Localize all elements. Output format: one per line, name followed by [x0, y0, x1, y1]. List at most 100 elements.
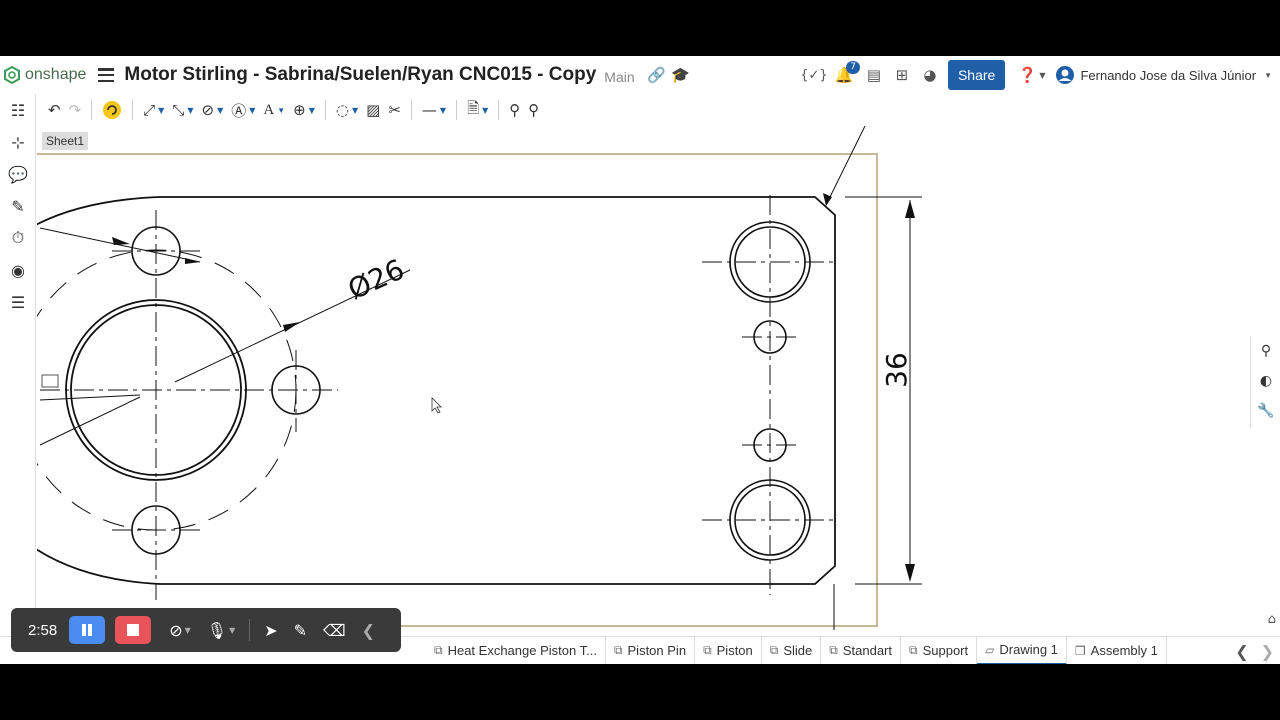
tab-slide[interactable]: ⧉ Slide	[762, 636, 822, 664]
undo-icon[interactable]: ↶	[44, 97, 65, 123]
part-studio-icon: ⧉	[434, 643, 443, 657]
history-icon[interactable]: ⏱	[0, 222, 36, 254]
tab-label: Piston Pin	[627, 643, 687, 658]
learning-center-icon[interactable]: 🎓	[669, 63, 693, 87]
update-icon[interactable]	[98, 97, 126, 123]
clipboard-icon[interactable]: ▤	[862, 63, 886, 87]
inspection-icon[interactable]: ⚲	[1251, 336, 1280, 366]
callout-tool[interactable]: ⊕ ▼	[289, 97, 319, 123]
document-title[interactable]: Motor Stirling - Sabrina/Suelen/Ryan CNC…	[124, 64, 596, 86]
tab-piston[interactable]: ⧉ Piston	[695, 636, 762, 664]
featurescript-icon[interactable]: {✓}	[800, 63, 827, 87]
line-style-tool[interactable]: — ▼	[418, 97, 450, 123]
diameter-dimension[interactable]: Ø26	[343, 253, 409, 307]
tab-standart[interactable]: ⧉ Standart	[821, 636, 902, 664]
centerline-tool[interactable]: ◌ ▼	[332, 97, 362, 123]
tab-label: Support	[922, 643, 969, 658]
tab-scroll-left-icon[interactable]: ❮	[1229, 642, 1254, 661]
bom-icon[interactable]: ☰	[0, 286, 36, 318]
tab-heat-exchange-piston[interactable]: ⧉ Heat Exchange Piston T...	[426, 636, 606, 664]
hatch-icon[interactable]: ▨	[362, 97, 384, 123]
toolbar-divider	[498, 100, 500, 120]
user-menu[interactable]: Fernando Jose da Silva Júnior ▼	[1055, 65, 1272, 85]
recording-timer: 2:58	[28, 621, 58, 639]
onshape-logo-icon	[4, 66, 20, 84]
user-name: Fernando Jose da Silva Júnior	[1080, 67, 1257, 83]
text-tool[interactable]: A ▼	[259, 97, 289, 123]
top-right-tools: {✓} 🔔 7 ▤ ⊞ ◕ Share ❓ ▼ Fernando Jose da …	[800, 56, 1280, 94]
feature-list-icon[interactable]: ☷	[0, 94, 36, 126]
collapse-recorder-icon[interactable]: ❮	[362, 621, 375, 640]
dim-arrow-top	[905, 200, 915, 218]
stop-icon	[127, 624, 140, 636]
menu-icon[interactable]	[98, 68, 115, 82]
leader-arrow-1	[112, 237, 130, 245]
insert-view-tool[interactable]: ⤢ ▼	[139, 97, 168, 123]
share-button[interactable]: Share	[947, 60, 1006, 90]
user-avatar-icon	[1056, 66, 1075, 84]
help-icon[interactable]: ❓	[1015, 63, 1039, 87]
notifications-icon[interactable]: 🔔 7	[832, 61, 860, 87]
onshape-logo[interactable]: onshape	[4, 66, 86, 84]
microphone-icon[interactable]: 🎙	[207, 621, 227, 640]
export-dxf-tool[interactable]: 🗎 ▼	[463, 97, 492, 123]
inspect-icon[interactable]: ⚲	[505, 97, 524, 123]
leader-left-low	[39, 396, 141, 446]
mic-dropdown-icon[interactable]: ▼	[229, 626, 235, 635]
update-drawing-icon	[103, 101, 122, 119]
tab-label: Heat Exchange Piston T...	[447, 643, 597, 658]
part-studio-icon: ⧉	[769, 643, 779, 657]
tab-label: Drawing 1	[999, 642, 1058, 657]
pause-recording-button[interactable]	[69, 616, 106, 644]
right-sidebar: ⚲ ◐ 🔧	[1250, 336, 1280, 428]
dim-arrow-bottom	[905, 564, 915, 582]
drawing-canvas[interactable]: Ø26 36	[37, 126, 1251, 634]
leader-top-left	[39, 227, 201, 263]
drawing-svg[interactable]: Ø26 36	[37, 126, 1251, 634]
toolbar-divider	[324, 100, 326, 120]
screen-recorder-bar: 2:58 ⊘ ▼ 🎙 ▼ ➤ ✎ ⌫ ❮	[11, 608, 401, 652]
tab-piston-pin[interactable]: ⧉ Piston Pin	[606, 636, 696, 664]
height-dimension[interactable]: 36	[880, 352, 913, 388]
chamfer-leader	[826, 126, 866, 204]
centerlines	[40, 195, 838, 600]
geometric-tolerance-tool[interactable]: ⊘ ▼	[198, 97, 228, 123]
tab-label: Slide	[783, 643, 813, 658]
notification-badge: 7	[846, 61, 860, 74]
note-tool[interactable]: Ⓐ ▼	[227, 97, 259, 123]
inspect-hide-icon[interactable]: ⚲	[524, 97, 543, 123]
branch-label[interactable]: Main	[604, 69, 634, 85]
help-dropdown-icon[interactable]: ▼	[1039, 71, 1045, 80]
view-properties-icon[interactable]	[41, 374, 59, 388]
comments-icon[interactable]: 💬	[0, 158, 36, 190]
app-store-icon[interactable]: ⊞	[890, 63, 914, 87]
toolbar-divider	[410, 100, 412, 120]
pen-tool-icon[interactable]: ✎	[294, 621, 307, 640]
eraser-tool-icon[interactable]: ⌫	[323, 621, 346, 640]
appearance-icon[interactable]: ◐	[1251, 366, 1280, 396]
globe-icon[interactable]: ◕	[918, 63, 942, 87]
top-bar: onshape Motor Stirling - Sabrina/Suelen/…	[0, 56, 1280, 94]
tab-assembly-1[interactable]: ❐ Assembly 1	[1067, 636, 1167, 664]
properties-icon[interactable]: ✎	[0, 190, 36, 222]
search-tool-icon[interactable]: ◉	[0, 254, 36, 286]
pointer-tool-icon[interactable]: ➤	[264, 621, 277, 640]
stop-recording-button[interactable]	[115, 616, 152, 644]
tab-scroll-right-icon[interactable]: ❯	[1255, 642, 1280, 661]
bom-bottom-icon[interactable]: ⌂	[1268, 612, 1276, 627]
dimension-tool[interactable]: ⤡ ▼	[168, 97, 197, 123]
part-studio-icon: ⧉	[703, 643, 712, 657]
tab-drawing-1[interactable]: ▱ Drawing 1	[977, 636, 1067, 664]
toolbar-divider	[91, 100, 93, 120]
drawing-toolbar: ↶ ↷ ⤢ ▼ ⤡ ▼ ⊘ ▼ Ⓐ ▼ A ▼ ⊕ ▼ ◌ ▼ ▨ ✂ — ▼ 🗎 ▼ ⚲ ⚲	[36, 94, 1280, 126]
link-icon[interactable]: 🔗	[645, 63, 669, 87]
webcam-off-icon[interactable]: ⊘	[169, 621, 182, 640]
insert-icon[interactable]: ⊹	[0, 126, 36, 158]
recorder-divider	[249, 619, 251, 641]
webcam-dropdown-icon[interactable]: ▼	[185, 626, 191, 635]
cut-icon[interactable]: ✂	[384, 97, 405, 123]
wrench-icon[interactable]: 🔧	[1251, 396, 1280, 426]
tab-support[interactable]: ⧉ Support	[901, 636, 978, 664]
redo-icon[interactable]: ↷	[65, 97, 86, 123]
part-studio-icon: ⧉	[829, 643, 838, 657]
